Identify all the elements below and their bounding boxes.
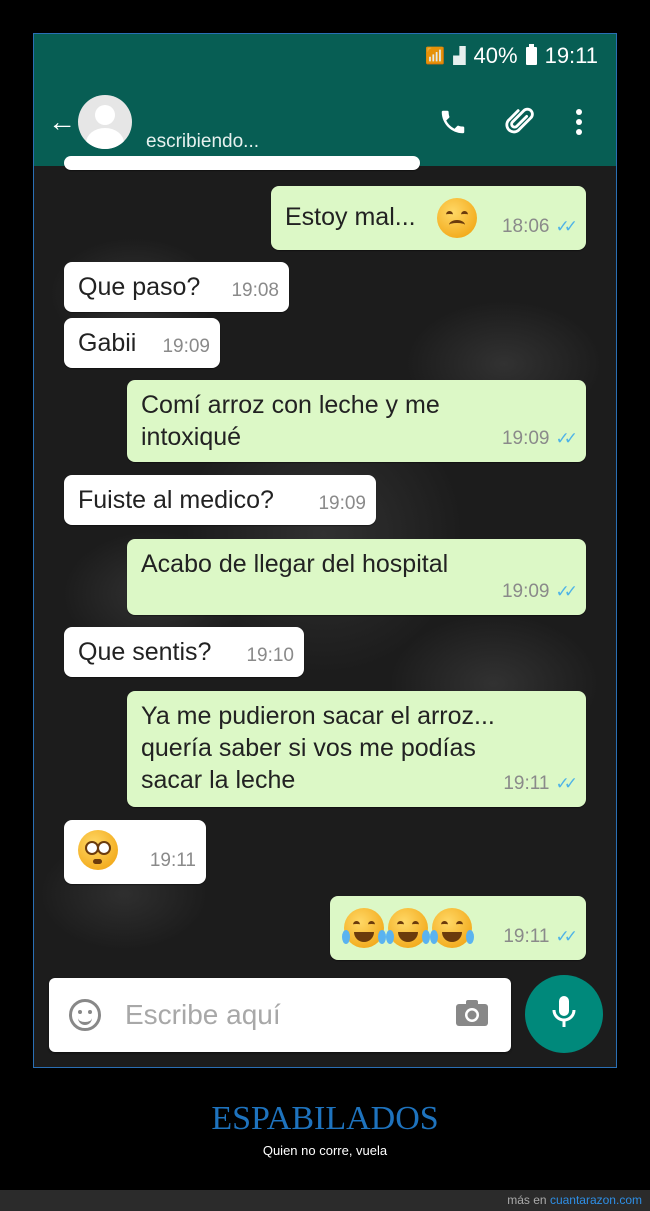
chat-header: ← escribiendo...: [34, 78, 616, 166]
tears-of-joy-icon: [342, 908, 386, 948]
message-text: Acabo de llegar del hospital: [141, 550, 449, 578]
message-line: quería saber si vos me podías: [141, 734, 476, 762]
flushed-face-icon: [78, 830, 118, 870]
mic-button[interactable]: [525, 975, 603, 1053]
message-time: 19:08: [231, 280, 279, 301]
wifi-icon: 📶: [425, 48, 446, 65]
message-text: Que paso?: [78, 273, 201, 301]
message-line: sacar la leche: [141, 766, 296, 794]
message-bubble-incoming[interactable]: 19:11: [64, 820, 206, 884]
battery-percent: 40%: [473, 43, 518, 68]
message-input[interactable]: Escribe aquí: [49, 978, 511, 1052]
message-time: 19:09: [318, 493, 366, 514]
message-bubble-outgoing[interactable]: Estoy mal... 18:06 ✓✓: [271, 186, 586, 250]
status-bar: 📶 ▟ 40% 19:11: [34, 34, 616, 78]
message-list[interactable]: Estoy mal... 18:06 ✓✓ Que paso? 19:08 Gab…: [34, 156, 616, 978]
message-bubble-outgoing[interactable]: Ya me pudieron sacar el arroz... quería …: [127, 691, 586, 807]
composer-bar: Escribe aquí: [34, 975, 616, 1067]
message-bubble-outgoing[interactable]: Acabo de llegar del hospital 19:09 ✓✓: [127, 539, 586, 615]
camera-icon[interactable]: [455, 999, 489, 1032]
message-time: 19:11 ✓✓: [503, 926, 578, 947]
disappointed-face-icon: [437, 198, 477, 238]
footer-bar: más en cuantarazon.com: [0, 1190, 650, 1211]
message-bubble-incoming[interactable]: Fuiste al medico? 19:09: [64, 475, 376, 525]
message-text: Estoy mal...: [285, 203, 416, 231]
message-bubble-incoming[interactable]: Gabii 19:09: [64, 318, 220, 368]
tears-of-joy-icon: [430, 908, 474, 948]
message-text: Fuiste al medico?: [78, 486, 274, 514]
double-check-icon: ✓✓: [555, 582, 578, 601]
double-check-icon: ✓✓: [555, 774, 578, 793]
message-time: 19:11: [149, 850, 196, 871]
double-check-icon: ✓✓: [555, 217, 578, 236]
phone-screenshot: 📶 ▟ 40% 19:11 ← escribiendo... Estoy mal…: [33, 33, 617, 1068]
double-check-icon: ✓✓: [555, 927, 578, 946]
message-placeholder: Escribe aquí: [125, 999, 281, 1030]
message-time: 19:09 ✓✓: [501, 428, 578, 449]
contact-avatar[interactable]: [78, 95, 132, 149]
more-options-icon[interactable]: [574, 108, 584, 136]
message-bubble-outgoing[interactable]: 19:11 ✓✓: [330, 896, 586, 960]
footer-text: más en cuantarazon.com: [507, 1193, 642, 1207]
message-line: intoxiqué: [141, 423, 242, 451]
signal-icon: ▟: [453, 48, 466, 65]
emoji-picker-icon[interactable]: [69, 999, 101, 1031]
message-line: Comí arroz con leche y me: [141, 391, 440, 419]
typing-status: escribiendo...: [146, 131, 260, 152]
message-line: Ya me pudieron sacar el arroz...: [141, 702, 495, 730]
message-bubble-incoming[interactable]: Que paso? 19:08: [64, 262, 289, 312]
phone-call-icon[interactable]: [438, 107, 468, 137]
message-text: Que sentis?: [78, 638, 212, 666]
double-check-icon: ✓✓: [555, 429, 578, 448]
caption-title: ESPABILADOS: [211, 1100, 439, 1137]
back-arrow-icon[interactable]: ←: [48, 106, 76, 138]
caption-subtitle: Quien no corre, vuela: [262, 1143, 388, 1158]
clock: 19:11: [544, 43, 598, 68]
message-time: 19:09: [162, 336, 210, 357]
message-time: 19:09 ✓✓: [501, 581, 578, 602]
attach-clip-icon[interactable]: [504, 105, 538, 139]
site-link[interactable]: cuantarazon.com: [550, 1193, 642, 1207]
message-time: 18:06 ✓✓: [501, 216, 578, 237]
tears-of-joy-icon: [386, 908, 430, 948]
header-actions: [438, 105, 584, 139]
message-time: 19:10: [246, 645, 294, 666]
microphone-icon: [550, 994, 578, 1035]
message-time: 19:11 ✓✓: [503, 773, 578, 794]
message-text: Gabii: [78, 329, 137, 357]
message-bubble-incoming[interactable]: Que sentis? 19:10: [64, 627, 304, 677]
message-bubble-partial: [64, 156, 420, 170]
message-bubble-outgoing[interactable]: Comí arroz con leche y me intoxiqué 19:0…: [127, 380, 586, 462]
battery-icon: [525, 44, 537, 65]
